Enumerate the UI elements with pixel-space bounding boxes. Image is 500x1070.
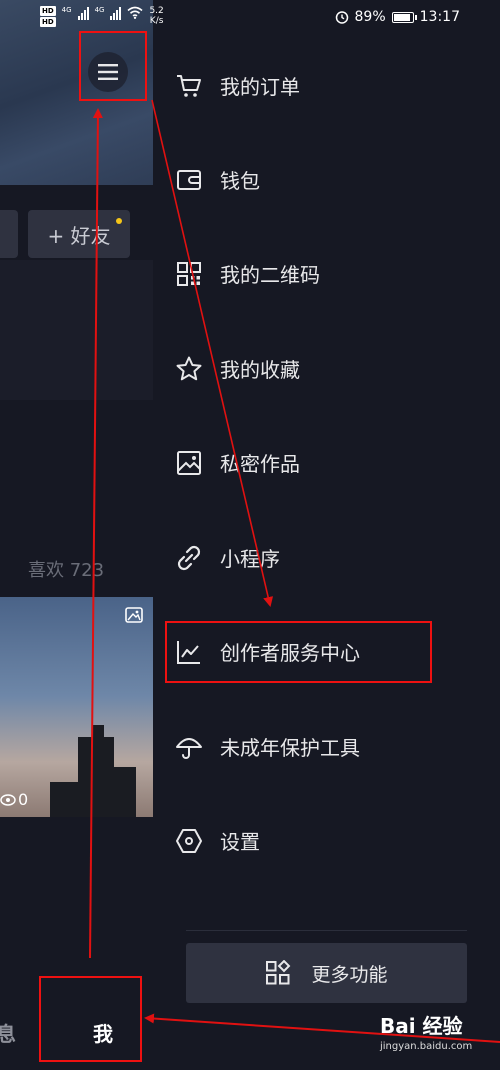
cart-icon	[177, 75, 201, 97]
view-count-value: 0	[18, 790, 29, 809]
star-icon	[176, 356, 202, 381]
more-features-button[interactable]: 更多功能	[186, 943, 467, 1003]
video-thumbnail[interactable]	[0, 597, 153, 817]
menu-item-mini-programs[interactable]: 小程序	[153, 527, 500, 587]
alarm-icon	[335, 11, 348, 24]
menu-item-label: 设置	[220, 829, 260, 854]
speed-value: 5.2	[149, 6, 164, 16]
battery-icon	[391, 11, 417, 23]
network-type-1: 4G	[61, 6, 72, 14]
hd-badge-1: HD	[40, 6, 56, 16]
qr-code-icon	[177, 262, 201, 286]
watermark-url: jingyan.baidu.com	[380, 1041, 473, 1052]
profile-page-background: + 好友 喜欢 723 0 息 我	[0, 0, 153, 1070]
video-view-count: 0	[0, 790, 28, 809]
image-type-icon	[125, 607, 143, 623]
menu-item-qr-code[interactable]: 我的二维码	[153, 243, 500, 303]
highlight-box-me-tab	[39, 976, 142, 1062]
menu-item-label: 我的订单	[220, 74, 300, 99]
menu-item-favorites[interactable]: 我的收藏	[153, 338, 500, 398]
clock-time: 13:17	[419, 9, 460, 25]
profile-info-band	[0, 260, 153, 400]
hexagon-settings-icon	[176, 829, 202, 853]
watermark-logo: Bai 经验	[380, 1014, 463, 1038]
status-bar: HD HD 4G 4G 5.2 K/s 89% 13:17	[0, 0, 500, 36]
speed-unit: K/s	[149, 16, 164, 26]
menu-item-label: 未成年保护工具	[220, 735, 360, 760]
highlight-box-creator-center	[165, 621, 432, 683]
nav-messages-tab[interactable]: 息	[0, 1018, 16, 1047]
menu-item-label: 钱包	[220, 168, 260, 193]
drawer-divider	[186, 930, 467, 931]
network-type-2: 4G	[94, 6, 105, 14]
menu-item-orders[interactable]: 我的订单	[153, 55, 500, 115]
edit-profile-button-partial[interactable]	[0, 210, 18, 258]
eye-icon	[0, 793, 16, 806]
notification-dot	[116, 218, 122, 224]
side-drawer-menu: 我的订单 钱包 我的二维码 我的收藏 私密作品 小程序 创作者服务中心 未成年保…	[153, 0, 500, 1070]
signal-icon-2	[110, 6, 122, 20]
likes-tab[interactable]: 喜欢 723	[28, 556, 104, 582]
baidu-jingyan-watermark: Bai 经验 jingyan.baidu.com	[380, 1010, 472, 1052]
menu-item-label: 我的二维码	[220, 262, 320, 287]
menu-item-private-works[interactable]: 私密作品	[153, 432, 500, 492]
grid-apps-icon	[266, 960, 291, 985]
wifi-icon	[127, 6, 143, 19]
battery-percent: 89%	[354, 9, 386, 25]
more-features-label: 更多功能	[311, 963, 388, 986]
link-icon	[177, 545, 201, 571]
add-friend-button[interactable]: + 好友	[28, 210, 130, 258]
menu-item-label: 私密作品	[220, 451, 300, 476]
menu-item-settings[interactable]: 设置	[153, 810, 500, 870]
signal-icon-1	[77, 6, 89, 20]
menu-item-wallet[interactable]: 钱包	[153, 149, 500, 209]
umbrella-icon	[176, 738, 202, 759]
wallet-icon	[177, 170, 201, 190]
hd-badge-2: HD	[40, 17, 56, 27]
menu-item-label: 我的收藏	[220, 357, 300, 382]
menu-item-label: 小程序	[220, 546, 280, 571]
menu-item-minor-protection[interactable]: 未成年保护工具	[153, 716, 500, 776]
image-icon	[177, 451, 201, 475]
network-speed: 5.2 K/s	[149, 6, 163, 26]
add-friend-label: + 好友	[47, 223, 111, 248]
highlight-box-menu-button	[79, 31, 147, 101]
